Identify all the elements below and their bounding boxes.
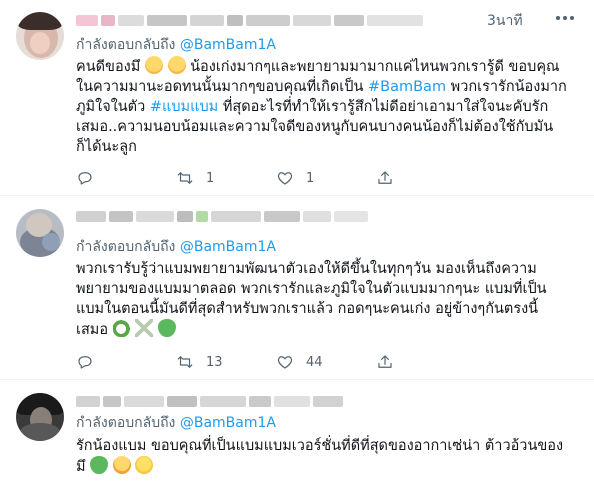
retweet-icon <box>177 172 193 184</box>
reply-button[interactable] <box>76 168 176 188</box>
green-heart-emoji <box>90 456 109 474</box>
snake-emoji <box>112 319 131 337</box>
reply-icon <box>78 356 92 369</box>
hashtag-link[interactable]: #BamBam <box>368 79 446 95</box>
share-icon <box>378 171 392 184</box>
timestamp[interactable]: 3นาที <box>487 10 523 32</box>
tweet-text: พวกเรารับรู้ว่าแบมพยายามพัฒนาตัวเองให้ดี… <box>76 261 547 338</box>
blurred-display-name[interactable] <box>76 12 423 28</box>
share-button[interactable] <box>376 352 476 372</box>
share-icon <box>378 355 392 368</box>
relieved-face-emoji <box>167 56 186 74</box>
like-count: 44 <box>306 354 323 370</box>
heart-icon <box>277 356 293 369</box>
blurred-display-name[interactable] <box>76 393 343 409</box>
tweet-text: รักน้องแบม ขอบคุณที่เป็นแบมแบมเวอร์ชั่นท… <box>76 438 564 475</box>
avatar[interactable] <box>16 12 64 60</box>
hugging-face-emoji <box>112 456 131 474</box>
reply-button[interactable] <box>76 352 176 372</box>
share-button[interactable] <box>376 168 476 188</box>
replying-to: กำลังตอบกลับถึง @BamBam1A <box>76 37 276 53</box>
heart-icon <box>277 172 293 185</box>
reply-tweet[interactable]: กำลังตอบกลับถึง @BamBam1A รักน้องแบม ขอบ… <box>0 381 594 489</box>
replying-to: กำลังตอบกลับถึง @BamBam1A <box>76 415 276 431</box>
tweet-actions: 13 44 <box>76 352 526 372</box>
avatar[interactable] <box>16 393 64 441</box>
hashtag-link[interactable]: #แบมแบม <box>150 99 218 115</box>
like-button[interactable]: 1 <box>276 168 376 188</box>
like-count: 1 <box>306 170 315 186</box>
like-button[interactable]: 44 <box>276 352 376 372</box>
mention-link[interactable]: @BamBam1A <box>180 239 276 255</box>
more-options-icon[interactable] <box>550 8 580 28</box>
retweet-count: 13 <box>206 354 223 370</box>
mention-link[interactable]: @BamBam1A <box>180 415 276 431</box>
green-heart-emoji <box>157 319 176 337</box>
retweet-count: 1 <box>206 170 215 186</box>
replying-to: กำลังตอบกลับถึง @BamBam1A <box>76 239 276 255</box>
baby-chick-emoji <box>135 456 154 474</box>
retweet-button[interactable]: 13 <box>176 352 276 372</box>
retweet-button[interactable]: 1 <box>176 168 276 188</box>
avatar[interactable] <box>16 209 64 257</box>
reply-icon <box>78 172 92 185</box>
reply-tweet[interactable]: 3นาที กำลังตอบกลับถึง @BamBam1A คนดีของม… <box>0 0 594 196</box>
relieved-face-emoji <box>144 56 163 74</box>
mention-link[interactable]: @BamBam1A <box>180 37 276 53</box>
tweet-actions: 1 1 <box>76 168 526 188</box>
tweet-text: คนดีของมึ น้องเก่งมากๆและพยายามมามากแค่ไ… <box>76 56 576 157</box>
sparkle-emoji <box>135 319 154 337</box>
retweet-icon <box>177 356 193 368</box>
reply-tweet[interactable]: กำลังตอบกลับถึง @BamBam1A พวกเรารับรู้ว่… <box>0 197 594 380</box>
blurred-display-name[interactable] <box>76 208 368 224</box>
